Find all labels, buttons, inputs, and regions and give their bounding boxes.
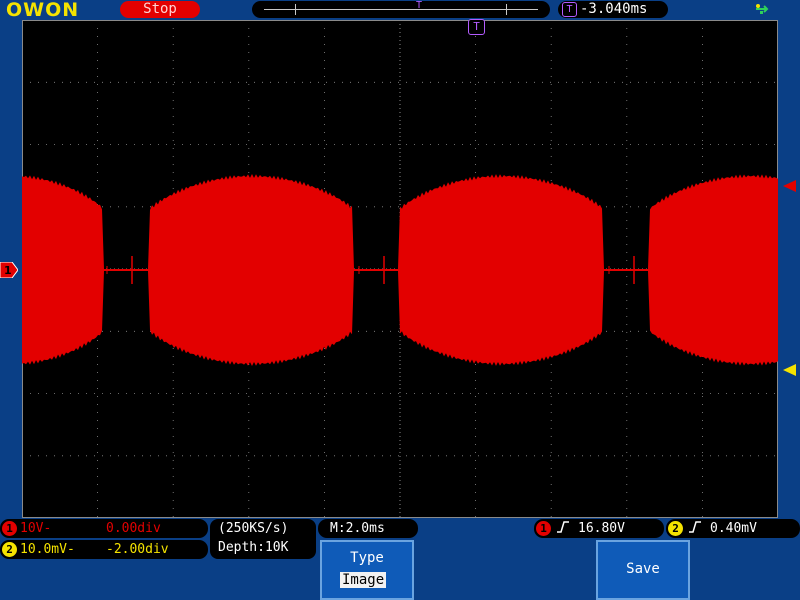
trigger-position-icon: T xyxy=(562,2,577,17)
ch1-offset-value: 0.00div xyxy=(106,521,161,536)
ch1-trigger-level-marker[interactable] xyxy=(782,178,796,192)
ch1-badge-icon: 1 xyxy=(2,521,17,536)
timebase-value: M:2.0ms xyxy=(330,521,385,536)
memory-track xyxy=(264,9,538,10)
waveform-display[interactable] xyxy=(22,20,778,518)
acquisition-info: (250KS/s) Depth:10K xyxy=(210,519,316,559)
ch2-scale-readout[interactable]: 2 10.0mV- -2.00div xyxy=(0,540,208,559)
ch1-waveform-trace xyxy=(22,174,778,366)
rising-edge-icon xyxy=(556,520,570,539)
rising-edge-icon xyxy=(688,520,702,539)
type-softkey[interactable]: Type Image xyxy=(320,540,414,600)
ch1-scale-readout[interactable]: 1 10V- 0.00div xyxy=(0,519,208,538)
memory-window-right-edge xyxy=(506,4,507,15)
owon-logo: OWON xyxy=(6,0,80,21)
ch1-volts-div: 10V- xyxy=(20,521,52,536)
run-status-badge[interactable]: Stop xyxy=(120,1,200,18)
ch2-trigger-readout[interactable]: 2 0.40mV xyxy=(666,519,800,538)
ch1-offset-label: 1 xyxy=(4,264,12,277)
usb-icon xyxy=(754,2,770,16)
sample-rate: (250KS/s) xyxy=(218,521,289,536)
ch2-offset-value: -2.00div xyxy=(106,542,169,557)
save-softkey[interactable]: Save xyxy=(596,540,690,600)
record-depth: Depth:10K xyxy=(218,540,289,555)
ch1-trigger-level: 16.80V xyxy=(578,521,625,536)
ch1-offset-marker[interactable]: 1 xyxy=(0,261,19,279)
save-softkey-label: Save xyxy=(626,561,660,577)
ch1-trigger-readout[interactable]: 1 16.80V xyxy=(534,519,664,538)
ch2-trigger-level: 0.40mV xyxy=(710,521,757,536)
memory-position-bar: T xyxy=(252,0,550,18)
trigger-point-marker: T xyxy=(416,0,423,11)
ch2-trigger-badge-icon: 2 xyxy=(668,521,683,536)
type-softkey-label: Type xyxy=(350,550,384,566)
ch1-trigger-badge-icon: 1 xyxy=(536,521,551,536)
timebase-readout[interactable]: M:2.0ms xyxy=(318,519,418,538)
type-softkey-value: Image xyxy=(340,572,387,588)
ch2-badge-icon: 2 xyxy=(2,542,17,557)
ch2-volts-div: 10.0mV- xyxy=(20,542,75,557)
trigger-position-value: -3.040ms xyxy=(580,1,648,17)
trigger-position-readout: T -3.040ms xyxy=(558,1,668,18)
memory-window-left-edge xyxy=(295,4,296,15)
trigger-time-marker[interactable]: T xyxy=(468,19,485,35)
ch2-trigger-level-marker[interactable] xyxy=(782,362,796,376)
